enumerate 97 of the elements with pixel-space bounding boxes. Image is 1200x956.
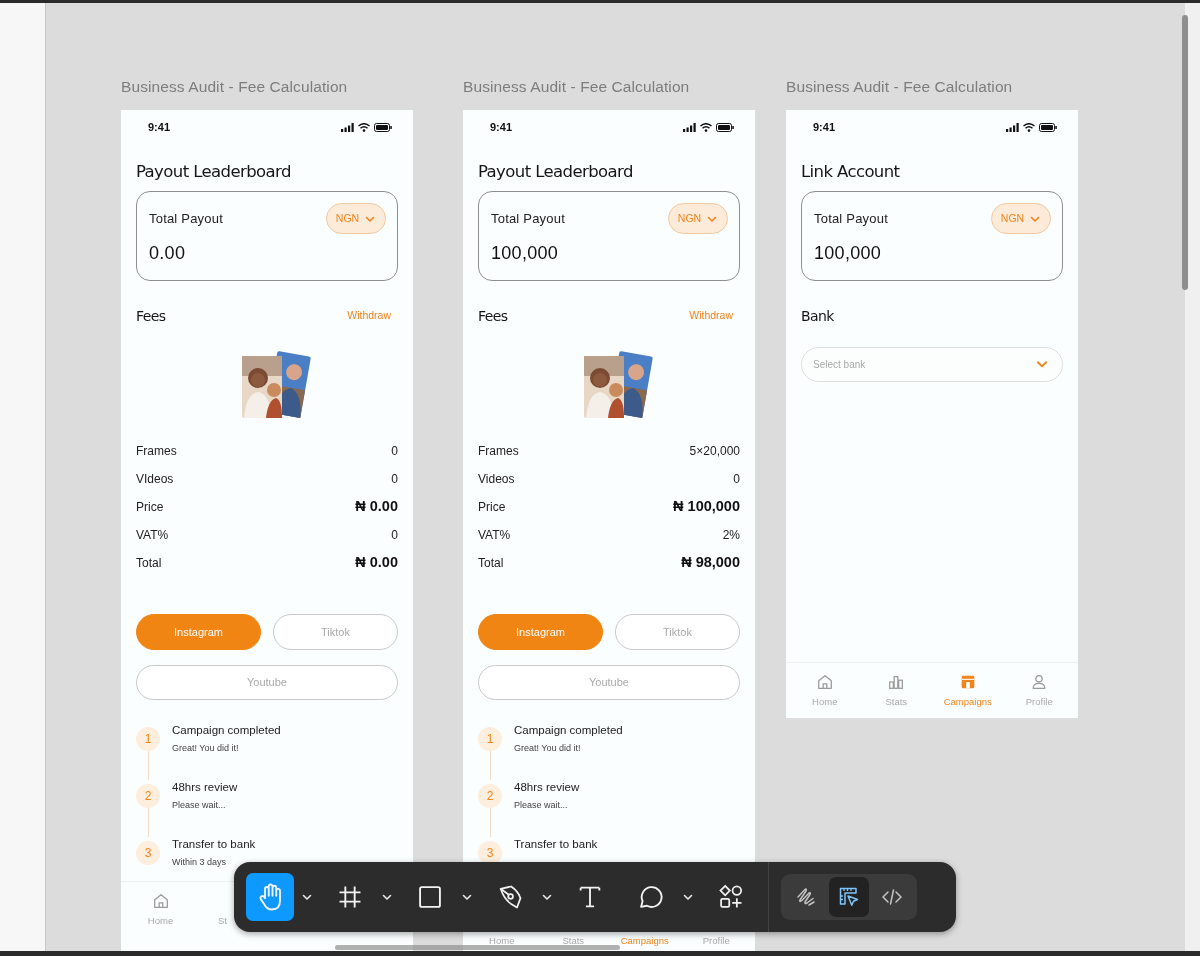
row-value: ₦ 98,000 [681, 553, 740, 573]
ruler-cursor-icon [837, 885, 861, 909]
step-title: Campaign completed [172, 723, 281, 738]
nav-tab[interactable]: Home [789, 663, 861, 708]
status-time: 9:41 [490, 119, 513, 135]
frame-title: Business Audit - Fee Calculation [786, 78, 1014, 96]
frame-title: Business Audit - Fee Calculation [463, 78, 691, 96]
step-number: 3 [478, 841, 502, 865]
step-subtitle: Please wait... [172, 799, 227, 811]
signal-icon [1006, 122, 1019, 132]
nav-tab[interactable]: Stats [537, 935, 609, 947]
section-title: Fees [136, 306, 166, 326]
section-title: Bank [801, 306, 834, 326]
status-time: 9:41 [148, 119, 171, 135]
row-label: Total [136, 555, 162, 572]
step-subtitle: Within 3 days [172, 856, 228, 868]
bar-chart-icon [887, 673, 906, 691]
nav-tab[interactable]: Campaigns [609, 935, 681, 947]
frame-title: Business Audit - Fee Calculation [121, 78, 349, 96]
row-value: ₦ 0.00 [355, 553, 398, 573]
platform-button[interactable]: Tiktok [615, 614, 740, 650]
row-label: VAT% [136, 527, 169, 544]
mode-button[interactable] [829, 877, 869, 917]
home-icon [815, 673, 834, 691]
card-label: Total Payout [491, 209, 565, 228]
payout-amount: 100,000 [814, 242, 883, 265]
withdraw-link[interactable]: Withdraw [347, 308, 398, 324]
step-number: 1 [478, 727, 502, 751]
signal-icon [683, 122, 696, 132]
step-number: 2 [478, 784, 502, 808]
card-label: Total Payout [814, 209, 888, 228]
platform-button[interactable]: Tiktok [273, 614, 398, 650]
row-value: ₦ 100,000 [673, 497, 740, 517]
row-label: VIdeos [136, 471, 174, 488]
step-number: 1 [136, 727, 160, 751]
row-value: 0 [391, 527, 398, 544]
step-number: 2 [136, 784, 160, 808]
row-label: Total [478, 555, 504, 572]
screen-title: Link Account [801, 162, 901, 182]
status-time: 9:41 [813, 119, 836, 135]
battery-icon [1039, 122, 1057, 132]
payout-amount: 0.00 [149, 242, 187, 265]
row-value: 0 [391, 471, 398, 488]
nav-tab[interactable]: Home [124, 882, 197, 927]
scrollbar[interactable] [1182, 15, 1188, 290]
nav-tab[interactable]: St [197, 882, 227, 927]
card-label: Total Payout [149, 209, 223, 228]
withdraw-link[interactable]: Withdraw [689, 308, 740, 324]
currency-dropdown[interactable]: NGN [668, 203, 728, 234]
platform-button[interactable]: Youtube [478, 665, 740, 700]
row-label: VAT% [478, 527, 511, 544]
home-icon [151, 892, 170, 910]
step-title: Transfer to bank [172, 837, 256, 852]
nav-tab[interactable]: Stats [860, 663, 932, 708]
row-value: ₦ 0.00 [355, 497, 398, 517]
payout-amount: 100,000 [491, 242, 560, 265]
nav-tab[interactable]: Profile [1003, 663, 1075, 708]
row-label: Price [136, 499, 164, 516]
select-field[interactable]: Select bank [801, 347, 1063, 382]
platform-button[interactable]: Instagram [478, 614, 603, 650]
nav-tab[interactable]: Home [466, 935, 538, 947]
row-value: 5×20,000 [689, 443, 740, 460]
row-label: Frames [478, 443, 519, 460]
battery-icon [716, 122, 734, 132]
step-number: 3 [136, 841, 160, 865]
currency-dropdown[interactable]: NGN [326, 203, 386, 234]
signal-icon [341, 122, 354, 132]
step-title: Campaign completed [514, 723, 623, 738]
rectangle-icon [416, 883, 444, 911]
wifi-icon [358, 122, 370, 132]
screen-title: Payout Leaderboard [478, 162, 634, 182]
row-label: Frames [136, 443, 177, 460]
section-title: Fees [478, 306, 508, 326]
step-subtitle: Great! You did it! [514, 742, 582, 754]
row-value: 0 [391, 443, 398, 460]
row-label: Price [478, 499, 506, 516]
currency-dropdown[interactable]: NGN [991, 203, 1051, 234]
battery-icon [374, 122, 392, 132]
nav-tab[interactable]: Profile [680, 935, 752, 947]
speech-bubble-icon [637, 883, 665, 911]
step-title: Transfer to bank [514, 837, 598, 852]
nav-tab[interactable]: Campaigns [932, 663, 1004, 708]
scrollbar[interactable] [335, 945, 620, 950]
wifi-icon [1023, 122, 1035, 132]
step-subtitle: Please wait... [514, 799, 569, 811]
row-value: 2% [722, 527, 740, 544]
step-subtitle: Great! You did it! [172, 742, 240, 754]
wifi-icon [700, 122, 712, 132]
platform-button[interactable]: Youtube [136, 665, 398, 700]
step-title: 48hrs review [514, 780, 580, 795]
shapes-icon [717, 883, 745, 911]
screen-title: Payout Leaderboard [136, 162, 292, 182]
step-title: 48hrs review [172, 780, 238, 795]
tool-button[interactable] [246, 873, 294, 921]
row-value: 0 [733, 471, 740, 488]
row-label: Videos [478, 471, 515, 488]
platform-button[interactable]: Instagram [136, 614, 261, 650]
